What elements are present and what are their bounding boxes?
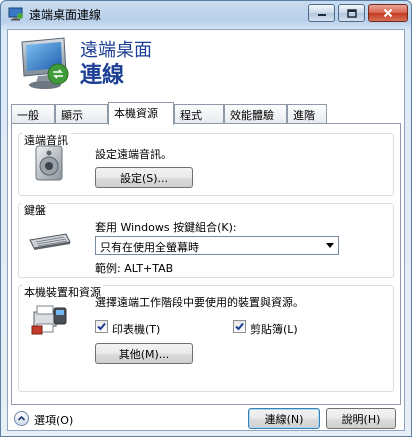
chevron-up-icon <box>17 415 26 421</box>
options-toggle[interactable] <box>14 411 29 426</box>
remote-audio-description: 設定遠端音訊。 <box>95 148 172 161</box>
minimize-button[interactable] <box>308 4 335 22</box>
checkmark-icon <box>97 322 106 331</box>
dialog-header: 遠端桌面 連線 <box>8 30 404 100</box>
clipboard-label[interactable]: 剪貼簿(L) <box>250 321 298 337</box>
more-devices-button[interactable]: 其他(M)... <box>95 343 193 364</box>
local-devices-group: 本機裝置和資源 選擇遠端工作階段中要使用的裝置與資源。 印表機(T) 剪貼簿(L… <box>18 284 394 392</box>
tab-local-resources[interactable]: 本機資源 <box>108 102 174 125</box>
checkmark-icon <box>235 322 244 331</box>
remote-desktop-logo-icon <box>21 37 69 89</box>
tab-advanced[interactable]: 進階 <box>287 104 327 124</box>
keyboard-selected-option: 只有在使用全螢幕時 <box>100 241 199 254</box>
minimize-icon <box>317 14 326 16</box>
header-title-line2: 連線 <box>80 63 125 88</box>
remote-audio-group: 遠端音訊 設定遠端音訊。 設定(S)... <box>18 132 394 196</box>
close-icon <box>383 8 393 18</box>
tab-general[interactable]: 一般 <box>11 104 55 124</box>
remote-desktop-icon <box>8 7 23 21</box>
keyboard-group: 鍵盤 套用 Windows 按鍵組合(K): 只有在使用全螢幕時 範例: ALT… <box>18 202 394 278</box>
maximize-button[interactable] <box>338 4 365 22</box>
keyboard-group-label: 鍵盤 <box>22 202 48 218</box>
audio-settings-button[interactable]: 設定(S)... <box>95 167 193 188</box>
tab-display[interactable]: 顯示 <box>55 104 108 124</box>
window-title: 遠端桌面連線 <box>29 8 102 22</box>
local-devices-group-label: 本機裝置和資源 <box>22 284 103 300</box>
local-resources-panel: 遠端音訊 設定遠端音訊。 設定(S)... 鍵盤 套用 Windows 按鍵組合… <box>11 123 401 405</box>
close-button[interactable] <box>368 4 408 22</box>
remote-desktop-window: 遠端桌面連線 遠端桌面 連線 一般 顯示 本機資源 程式 效能體驗 進階 遠端音… <box>0 0 412 437</box>
title-bar[interactable]: 遠端桌面連線 <box>1 1 411 29</box>
keyboard-description: 套用 Windows 按鍵組合(K): <box>95 221 237 234</box>
tab-strip: 一般 顯示 本機資源 程式 效能體驗 進階 <box>11 102 401 125</box>
devices-icon <box>31 305 67 335</box>
dialog-content: 遠端桌面 連線 一般 顯示 本機資源 程式 效能體驗 進階 遠端音訊 設定遠端音… <box>7 29 405 431</box>
local-devices-description: 選擇遠端工作階段中要使用的裝置與資源。 <box>95 296 304 309</box>
tab-experience[interactable]: 效能體驗 <box>224 104 287 124</box>
dialog-footer: 選項(O) 連線(N) 說明(H) <box>8 408 404 432</box>
printers-label[interactable]: 印表機(T) <box>112 321 160 337</box>
speaker-icon <box>35 145 63 181</box>
printers-checkbox[interactable] <box>95 320 108 333</box>
connect-button[interactable]: 連線(N) <box>248 408 320 429</box>
keyboard-icon <box>29 233 71 250</box>
keyboard-combination-select[interactable]: 只有在使用全螢幕時 <box>95 236 339 255</box>
options-label[interactable]: 選項(O) <box>34 412 73 428</box>
clipboard-checkbox[interactable] <box>233 320 246 333</box>
tab-programs[interactable]: 程式 <box>174 104 224 124</box>
chevron-down-icon <box>326 243 334 248</box>
help-button[interactable]: 說明(H) <box>326 408 396 429</box>
keyboard-example: 範例: ALT+TAB <box>95 262 174 275</box>
maximize-icon <box>346 8 357 18</box>
